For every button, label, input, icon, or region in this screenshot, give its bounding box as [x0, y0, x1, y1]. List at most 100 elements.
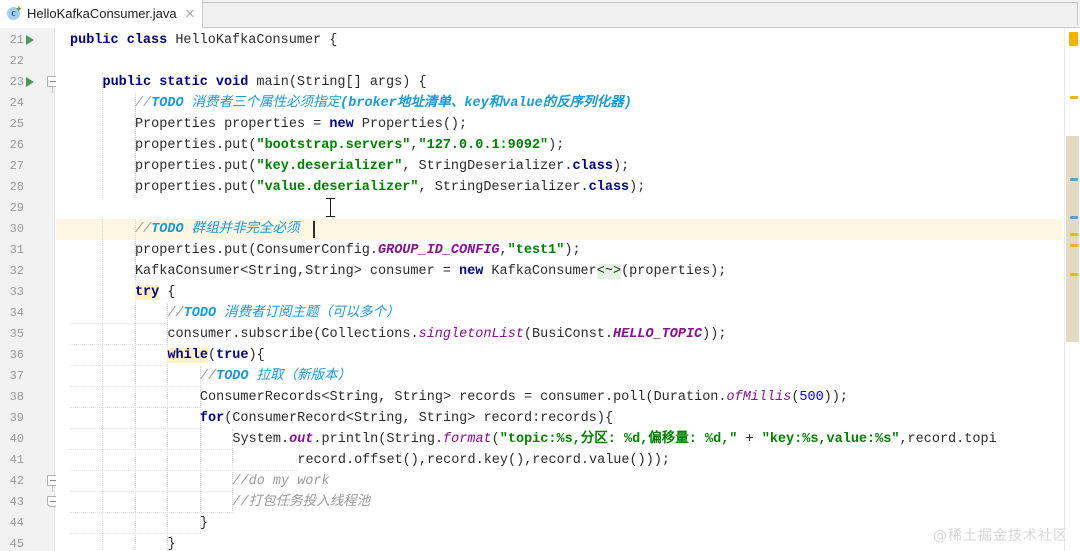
- code-token: out: [289, 432, 314, 447]
- code-token: properties.put(: [134, 159, 257, 174]
- code-token: properties.put(: [134, 138, 257, 153]
- line-number: 45: [9, 537, 24, 551]
- code-token: System.: [232, 432, 290, 447]
- code-line[interactable]: public static void main(String[] args) {: [70, 72, 427, 93]
- code-token: +: [737, 432, 762, 447]
- line-number: 37: [9, 369, 24, 383]
- scrollbar-marker[interactable]: [1070, 244, 1078, 247]
- scrollbar-thumb[interactable]: [1066, 136, 1079, 342]
- line-number: 42: [9, 474, 24, 488]
- code-line[interactable]: System.out.println(String.format("topic:…: [70, 429, 997, 450]
- code-text-area[interactable]: public class HelloKafkaConsumer { public …: [70, 28, 1080, 551]
- code-line[interactable]: for(ConsumerRecord<String, String> recor…: [70, 408, 613, 429]
- code-line[interactable]: //TODO 群组并非完全必须: [70, 219, 300, 240]
- code-token: "key:%s,value:%s": [761, 432, 900, 447]
- tab-hellokafkaconsumer[interactable]: c ✦ HelloKafkaConsumer.java: [0, 0, 203, 28]
- code-token: {: [159, 285, 176, 300]
- close-icon[interactable]: [184, 8, 196, 20]
- code-token: Properties();: [353, 117, 468, 132]
- scrollbar-marker[interactable]: [1070, 178, 1078, 181]
- code-token: (properties);: [621, 264, 727, 279]
- tab-label: HelloKafkaConsumer.java: [27, 6, 177, 21]
- line-number: 32: [9, 264, 24, 278]
- text-caret: [313, 221, 315, 238]
- code-token: while: [167, 348, 208, 363]
- code-line[interactable]: try {: [70, 282, 175, 303]
- code-token: static: [159, 75, 208, 90]
- code-token: TODO: [151, 222, 184, 237]
- code-token: Properties properties =: [134, 117, 330, 132]
- code-token: ,: [499, 243, 508, 258]
- line-number: 21: [9, 33, 24, 47]
- code-token: record.offset(),record.key(),record.valu…: [297, 453, 671, 468]
- code-token: TODO: [216, 369, 249, 384]
- code-line[interactable]: //TODO 拉取（新版本）: [70, 366, 351, 387]
- line-number: 26: [9, 138, 24, 152]
- code-line[interactable]: KafkaConsumer<String,String> consumer = …: [70, 261, 726, 282]
- code-token: ){: [248, 348, 265, 363]
- line-number: 44: [9, 516, 24, 530]
- code-line[interactable]: Properties properties = new Properties()…: [70, 114, 467, 135]
- scrollbar-marker[interactable]: [1070, 216, 1078, 219]
- tab-strip-empty-area: [192, 2, 1078, 25]
- code-token: ,record.topi: [899, 432, 997, 447]
- code-line[interactable]: }: [70, 534, 175, 551]
- line-number: 23: [9, 75, 24, 89]
- code-token: class: [588, 180, 630, 195]
- code-line[interactable]: properties.put(ConsumerConfig.GROUP_ID_C…: [70, 240, 581, 261]
- code-fold-strip[interactable]: [56, 28, 70, 551]
- code-token: );: [629, 180, 646, 195]
- code-line[interactable]: //do my work: [70, 471, 330, 492]
- code-token: //do my work: [232, 474, 330, 489]
- code-token: TODO: [151, 96, 184, 111]
- code-token: HELLO_TOPIC: [613, 327, 703, 342]
- code-line[interactable]: properties.put("bootstrap.servers","127.…: [70, 135, 564, 156]
- code-token: 消费者订阅主题（可以多个）: [216, 306, 400, 321]
- code-token: KafkaConsumer: [483, 264, 597, 279]
- code-token: for: [199, 411, 225, 426]
- code-token: class: [572, 159, 613, 174]
- code-token: (: [207, 348, 217, 363]
- code-token: "key.deserializer": [256, 159, 403, 174]
- code-token: (: [491, 432, 500, 447]
- scrollbar-marker-track[interactable]: [1064, 28, 1080, 551]
- line-number-gutter[interactable]: 21 22 23 24 25 26 27 28 29 30 31 32 33 34 35 36 37 38 39 40…: [0, 28, 58, 551]
- code-line[interactable]: consumer.subscribe(Collections.singleton…: [70, 324, 726, 345]
- code-token: HelloKafkaConsumer {: [167, 33, 338, 48]
- code-token: //打包任务投入线程池: [232, 495, 371, 510]
- code-token: try: [134, 285, 160, 300]
- code-line[interactable]: properties.put("value.deserializer", Str…: [70, 177, 645, 198]
- code-token: );: [564, 243, 581, 258]
- code-token: );: [612, 159, 630, 174]
- scrollbar-marker[interactable]: [1069, 32, 1078, 46]
- code-token: main(String[] args) {: [248, 75, 427, 90]
- line-number: 25: [9, 117, 24, 131]
- line-number: 41: [9, 453, 24, 467]
- scrollbar-marker[interactable]: [1070, 273, 1078, 276]
- line-number: 38: [9, 390, 24, 404]
- code-line[interactable]: properties.put("key.deserializer", Strin…: [70, 156, 629, 177]
- code-line[interactable]: //TODO 消费者三个属性必须指定(broker地址清单、key和value的…: [70, 93, 632, 114]
- code-line[interactable]: //打包任务投入线程池: [70, 492, 370, 513]
- run-arrow-icon[interactable]: [26, 72, 38, 93]
- code-line[interactable]: }: [70, 513, 208, 534]
- code-token: //: [134, 222, 152, 237]
- scrollbar-marker[interactable]: [1070, 233, 1078, 236]
- line-number: 28: [9, 180, 24, 194]
- code-line[interactable]: while(true){: [70, 345, 265, 366]
- code-line[interactable]: public class HelloKafkaConsumer {: [70, 30, 337, 51]
- line-number: 27: [9, 159, 24, 173]
- code-line[interactable]: record.offset(),record.key(),record.valu…: [70, 450, 670, 471]
- code-line[interactable]: ConsumerRecords<String, String> records …: [70, 387, 848, 408]
- code-token: ofMillis: [726, 390, 792, 405]
- code-token: properties.put(ConsumerConfig.: [134, 243, 378, 258]
- line-number: 36: [9, 348, 24, 362]
- code-token: ConsumerRecords<String, String> records …: [199, 390, 727, 405]
- code-line[interactable]: //TODO 消费者订阅主题（可以多个）: [70, 303, 400, 324]
- code-token: <~>: [596, 264, 622, 279]
- code-editor[interactable]: 21 22 23 24 25 26 27 28 29 30 31 32 33 34 35 36 37 38 39 40…: [0, 28, 1080, 551]
- line-number: 40: [9, 432, 24, 446]
- run-arrow-icon[interactable]: [26, 30, 38, 51]
- scrollbar-marker[interactable]: [1070, 96, 1078, 99]
